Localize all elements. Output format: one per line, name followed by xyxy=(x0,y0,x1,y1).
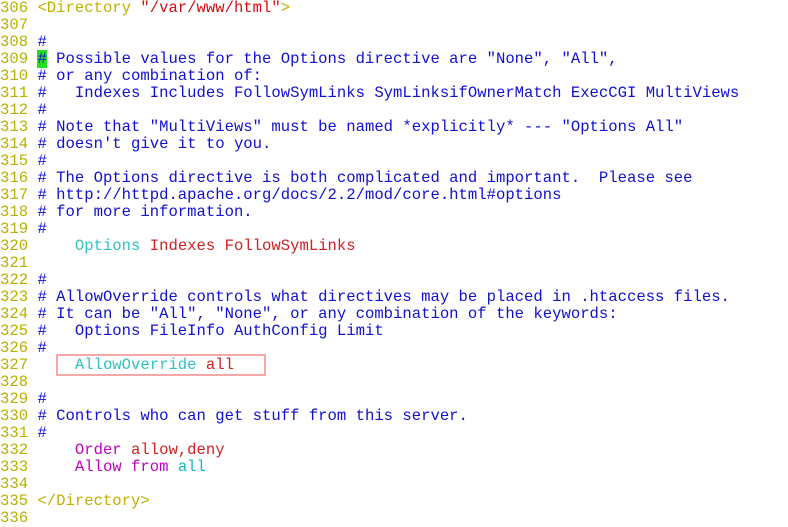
code-token: allow,deny xyxy=(131,441,225,459)
text-cursor: # xyxy=(37,50,47,68)
line-number: 319 xyxy=(0,220,29,238)
code-token: # for more information. xyxy=(37,203,253,221)
code-line[interactable]: 317 # http://httpd.apache.org/docs/2.2/m… xyxy=(0,187,739,204)
code-token: # or any combination of: xyxy=(37,67,263,85)
code-editor[interactable]: 306 <Directory "/var/www/html"> 307 308 #… xyxy=(0,0,739,527)
code-line[interactable]: 319 # xyxy=(0,221,739,238)
line-number: 321 xyxy=(0,254,29,272)
code-token: # xyxy=(37,152,47,170)
line-number: 306 xyxy=(0,0,29,17)
line-number: 313 xyxy=(0,118,29,136)
code-token: # AllowOverride controls what directives… xyxy=(37,288,730,306)
code-token: Indexes FollowSymLinks xyxy=(149,237,356,255)
code-token: # xyxy=(37,271,47,289)
line-number: 334 xyxy=(0,475,29,493)
code-line[interactable]: 332 Order allow,deny xyxy=(0,442,739,459)
code-line[interactable]: 310 # or any combination of: xyxy=(0,68,739,85)
line-number: 316 xyxy=(0,169,29,187)
code-token: # doesn't give it to you. xyxy=(37,135,272,153)
line-number: 329 xyxy=(0,390,29,408)
code-token: # xyxy=(37,424,47,442)
code-line[interactable]: 309 # Possible values for the Options di… xyxy=(0,50,739,68)
code-token: Allow from xyxy=(74,458,178,476)
code-line[interactable]: 314 # doesn't give it to you. xyxy=(0,136,739,153)
line-number: 325 xyxy=(0,322,29,340)
code-line[interactable]: 334 xyxy=(0,476,739,493)
code-token: Possible values for the Options directiv… xyxy=(46,50,618,68)
code-token: # Note that "MultiViews" must be named *… xyxy=(37,118,684,136)
code-line[interactable]: 306 <Directory "/var/www/html"> xyxy=(0,0,739,17)
code-token: # Controls who can get stuff from this s… xyxy=(37,407,468,425)
code-line[interactable]: 316 # The Options directive is both comp… xyxy=(0,170,739,187)
line-number: 330 xyxy=(0,407,29,425)
code-line[interactable]: 321 xyxy=(0,255,739,272)
line-number: 314 xyxy=(0,135,29,153)
code-token: </Directory> xyxy=(37,492,150,510)
line-number: 323 xyxy=(0,288,29,306)
code-line[interactable]: 333 Allow from all xyxy=(0,459,739,476)
line-number: 322 xyxy=(0,271,29,289)
code-token: # xyxy=(37,220,47,238)
code-token: # xyxy=(37,33,47,51)
code-line[interactable]: 307 xyxy=(0,17,739,34)
code-line[interactable]: 322 # xyxy=(0,272,739,289)
code-token: "/var/www/html" xyxy=(140,0,281,17)
code-token: > xyxy=(280,0,291,17)
code-line[interactable]: 331 # xyxy=(0,425,739,442)
line-number: 324 xyxy=(0,305,29,323)
line-number: 335 xyxy=(0,492,29,510)
code-line[interactable]: 325 # Options FileInfo AuthConfig Limit xyxy=(0,323,739,340)
line-number: 311 xyxy=(0,84,29,102)
code-line[interactable]: 320 Options Indexes FollowSymLinks xyxy=(0,238,739,255)
code-line[interactable]: 311 # Indexes Includes FollowSymLinks Sy… xyxy=(0,85,739,102)
line-number: 307 xyxy=(0,16,29,34)
line-number: 309 xyxy=(0,50,29,68)
line-number: 312 xyxy=(0,101,29,119)
code-token: # http://httpd.apache.org/docs/2.2/mod/c… xyxy=(37,186,562,204)
code-line[interactable]: 323 # AllowOverride controls what direct… xyxy=(0,289,739,306)
code-line[interactable]: 330 # Controls who can get stuff from th… xyxy=(0,408,739,425)
line-number: 328 xyxy=(0,373,29,391)
highlight-box xyxy=(56,354,266,376)
line-number: 326 xyxy=(0,339,29,357)
code-token: # Indexes Includes FollowSymLinks SymLin… xyxy=(37,84,740,102)
code-token: # The Options directive is both complica… xyxy=(37,169,693,187)
code-token: # xyxy=(37,390,47,408)
code-token: Options xyxy=(74,237,150,255)
code-line[interactable]: 335 </Directory> xyxy=(0,493,739,510)
line-number: 320 xyxy=(0,237,29,255)
code-token: # Options FileInfo AuthConfig Limit xyxy=(37,322,384,340)
code-token: # xyxy=(37,101,47,119)
line-number: 327 xyxy=(0,356,29,374)
code-token: all xyxy=(177,458,206,476)
code-token: # It can be "All", "None", or any combin… xyxy=(37,305,618,323)
line-number: 332 xyxy=(0,441,29,459)
code-line[interactable]: 315 # xyxy=(0,153,739,170)
line-number: 310 xyxy=(0,67,29,85)
code-line[interactable]: 312 # xyxy=(0,102,739,119)
code-line[interactable]: 308 # xyxy=(0,34,739,51)
code-line[interactable]: 318 # for more information. xyxy=(0,204,739,221)
line-number: 333 xyxy=(0,458,29,476)
code-line[interactable]: 324 # It can be "All", "None", or any co… xyxy=(0,306,739,323)
line-number: 336 xyxy=(0,509,29,527)
code-line[interactable]: 313 # Note that "MultiViews" must be nam… xyxy=(0,119,739,136)
line-number: 315 xyxy=(0,152,29,170)
code-line[interactable]: 329 # xyxy=(0,391,739,408)
line-number: 308 xyxy=(0,33,29,51)
line-number: 331 xyxy=(0,424,29,442)
code-token: Order xyxy=(74,441,132,459)
code-token: # xyxy=(37,339,47,357)
line-number: 318 xyxy=(0,203,29,221)
code-token: <Directory xyxy=(37,0,141,17)
line-number: 317 xyxy=(0,186,29,204)
code-line[interactable]: 328 xyxy=(0,374,739,391)
